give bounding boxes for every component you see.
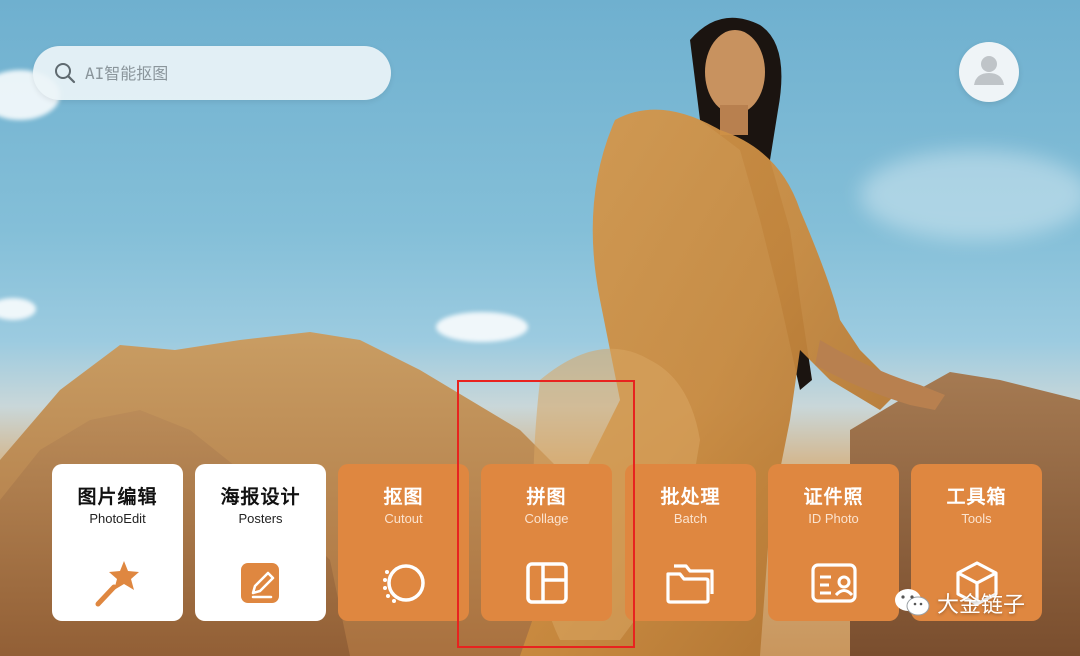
app-screen: 图片编辑 PhotoEdit 海报设计 Posters 抠图 Cutout [0, 0, 1080, 656]
tile-title: 图片编辑 [77, 486, 158, 508]
tile-title: 拼图 [526, 486, 567, 508]
tile-title: 批处理 [660, 486, 721, 508]
tile-subtitle: Batch [673, 511, 708, 526]
folders-icon [663, 555, 719, 611]
id-card-icon [806, 555, 862, 611]
tile-batch[interactable]: 批处理 Batch [625, 464, 756, 621]
search-bar[interactable] [33, 46, 391, 100]
watermark: 大金链子 [893, 586, 1025, 620]
tile-subtitle: Collage [524, 511, 569, 526]
tile-subtitle: Cutout [384, 511, 423, 526]
tile-collage[interactable]: 拼图 Collage [481, 464, 612, 621]
tile-title: 证件照 [803, 486, 864, 508]
user-avatar-button[interactable] [959, 42, 1019, 102]
tile-cutout[interactable]: 抠图 Cutout [338, 464, 469, 621]
tile-subtitle: Tools [961, 511, 992, 526]
tile-posters[interactable]: 海报设计 Posters [195, 464, 326, 621]
tile-title: 工具箱 [946, 486, 1007, 508]
tile-photo-edit[interactable]: 图片编辑 PhotoEdit [52, 464, 183, 621]
tile-title: 海报设计 [220, 486, 301, 508]
edit-pencil-icon [233, 555, 289, 611]
watermark-text: 大金链子 [937, 593, 1026, 618]
tile-title: 抠图 [383, 486, 424, 508]
tile-subtitle: PhotoEdit [89, 511, 146, 526]
cutout-circle-icon [376, 555, 432, 611]
tile-subtitle: Posters [238, 511, 283, 526]
search-input[interactable] [83, 62, 367, 84]
search-icon [53, 61, 77, 85]
wechat-icon [893, 586, 931, 620]
magic-wand-icon [90, 555, 146, 611]
collage-layout-icon [519, 555, 575, 611]
user-icon [972, 53, 1006, 91]
tile-id-photo[interactable]: 证件照 ID Photo [768, 464, 899, 621]
tile-subtitle: ID Photo [808, 511, 859, 526]
